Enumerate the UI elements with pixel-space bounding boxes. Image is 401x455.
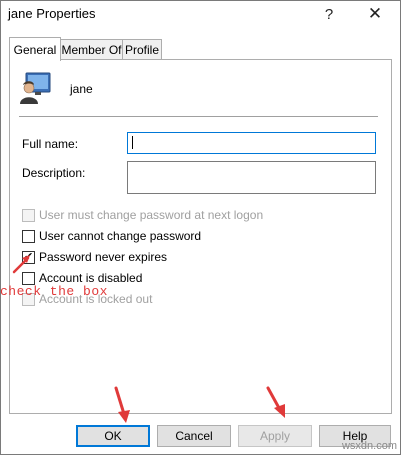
checkbox-label: Password never expires — [39, 250, 168, 264]
text-caret — [132, 136, 133, 149]
separator — [19, 116, 378, 117]
checkbox-cannot-change-password[interactable]: User cannot change password — [22, 229, 201, 243]
checkbox-label: User cannot change password — [39, 229, 202, 243]
annotation-arrow-icon — [12, 255, 30, 274]
ok-button[interactable]: OK — [76, 425, 150, 447]
help-title-button[interactable]: ? — [312, 2, 346, 26]
cancel-button[interactable]: Cancel — [157, 425, 231, 447]
description-field[interactable] — [127, 161, 376, 194]
annotation-text: check the box — [0, 284, 108, 299]
full-name-label: Full name: — [22, 137, 79, 151]
checkbox-box[interactable] — [22, 229, 35, 243]
full-name-field[interactable] — [127, 132, 376, 154]
checkbox-box[interactable] — [22, 208, 35, 222]
checkbox-account-disabled[interactable]: Account is disabled — [22, 271, 142, 285]
checkbox-password-never-expires[interactable]: ✔ Password never expires — [22, 250, 167, 264]
tab-member-of[interactable]: Member Of — [60, 39, 123, 60]
apply-button[interactable]: Apply — [238, 425, 312, 447]
checkbox-must-change-password[interactable]: User must change password at next logon — [22, 208, 263, 222]
annotation-arrow-icon — [114, 386, 130, 423]
annotation-arrow-icon — [266, 386, 285, 418]
description-label: Description: — [22, 166, 86, 180]
tab-profile[interactable]: Profile — [122, 39, 162, 60]
checkbox-label: Account is disabled — [39, 271, 143, 285]
watermark: wsxdn.com — [341, 440, 397, 452]
tab-general[interactable]: General — [9, 37, 61, 61]
user-icon — [20, 72, 51, 104]
checkbox-label: User must change password at next logon — [39, 208, 264, 222]
close-button[interactable]: ✕ — [358, 2, 392, 26]
window-title: jane Properties — [8, 6, 96, 21]
user-name: jane — [70, 82, 93, 96]
